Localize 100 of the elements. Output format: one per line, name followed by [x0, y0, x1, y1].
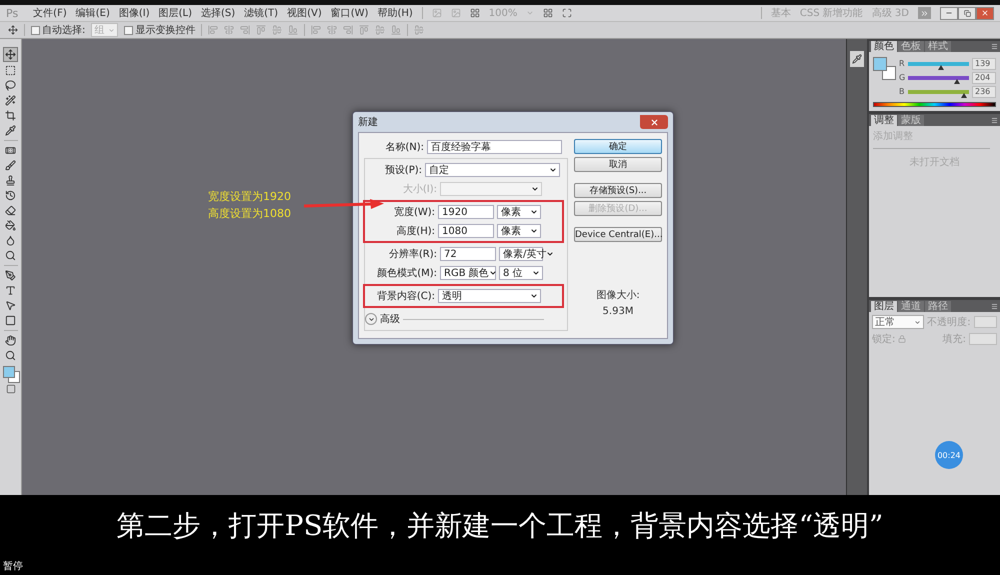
dialog-button[interactable]: 取消 [574, 157, 662, 172]
color-swatches[interactable] [2, 366, 18, 382]
menu-item[interactable]: 图层(L) [158, 6, 192, 20]
restore-button[interactable] [958, 6, 976, 20]
menu-item[interactable]: 编辑(E) [76, 6, 110, 20]
color-spectrum[interactable] [873, 102, 996, 107]
panel-tab[interactable]: 颜色 [871, 41, 897, 52]
stamp-icon[interactable] [4, 174, 17, 187]
hand-icon[interactable] [4, 334, 17, 347]
menu-item[interactable]: 文件(F) [33, 6, 67, 20]
pen-tool-icon[interactable] [4, 269, 17, 282]
caret-icon [530, 227, 538, 235]
resolution-field[interactable]: 72 [440, 247, 496, 261]
expand-button[interactable] [365, 313, 377, 325]
unit-select[interactable]: 像素 [497, 224, 541, 238]
caret-icon [530, 208, 538, 216]
close-button[interactable] [976, 6, 994, 20]
field-label: 颜色模式(M): [376, 266, 437, 280]
pointer-icon[interactable] [4, 299, 17, 312]
dialog-button[interactable]: 存储预设(S)... [574, 183, 662, 198]
move-tool-icon[interactable] [3, 47, 18, 62]
app-logo: Ps [6, 6, 18, 20]
menu-item[interactable]: 窗口(W) [330, 6, 368, 20]
bit-depth-select[interactable]: 8 位 [499, 266, 543, 280]
channel-label: G [899, 73, 905, 82]
value-field[interactable]: 139 [972, 58, 996, 70]
caret-icon [488, 269, 497, 277]
move-tool-icon[interactable] [8, 25, 18, 35]
image-size-value: 5.93M [602, 306, 634, 317]
channel-label: R [899, 59, 905, 68]
caret-icon [530, 292, 538, 300]
fill-field[interactable] [969, 333, 997, 345]
background-select[interactable]: 透明 [438, 289, 541, 303]
caret-icon [549, 166, 557, 174]
panel-tab[interactable]: 图层 [871, 301, 897, 312]
field-label: 大小(I): [402, 182, 437, 196]
menu-item[interactable]: 帮助(H) [377, 6, 413, 20]
grid-icon[interactable] [543, 8, 554, 18]
panel-menu-icon[interactable] [991, 43, 998, 50]
height-field[interactable]: 1080 [438, 224, 494, 238]
playback-status: 暂停 [3, 560, 23, 573]
field-label: 名称(N): [384, 141, 424, 154]
screen-mode-icon[interactable] [562, 8, 572, 18]
name-field[interactable]: 百度经验字幕 [427, 140, 562, 154]
slider-track[interactable] [908, 62, 969, 66]
field-label: 背景内容(C): [376, 290, 435, 303]
blend-mode-select[interactable]: 正常 [872, 315, 924, 329]
value-field[interactable]: 236 [972, 86, 996, 98]
color-mode-select[interactable]: RGB 颜色 [440, 266, 496, 280]
advanced-label: 高级 [380, 312, 400, 326]
magic-wand-icon[interactable] [4, 94, 17, 107]
quick-mask-icon[interactable] [6, 384, 16, 394]
minimize-button[interactable] [940, 6, 958, 20]
crop-tool-icon[interactable] [4, 109, 17, 122]
menu-item[interactable]: 选择(S) [201, 6, 236, 20]
auto-select-checkbox[interactable]: 自动选择: [31, 23, 86, 37]
eyedropper-icon[interactable] [4, 124, 17, 137]
slider-track[interactable] [908, 90, 969, 94]
history-brush-icon[interactable] [4, 189, 17, 202]
menu-item[interactable]: 图像(I) [118, 6, 150, 20]
droplet-icon[interactable] [4, 234, 17, 247]
search-icon[interactable] [4, 249, 17, 262]
unit-select[interactable]: 像素 [497, 205, 541, 219]
dialog-title: 新建 [358, 116, 378, 129]
transform-checkbox[interactable]: 显示变换控件 [124, 23, 196, 37]
lasso-tool-icon[interactable] [4, 79, 17, 92]
field-label: 宽度(W): [392, 206, 435, 219]
width-field[interactable]: 1920 [438, 205, 494, 219]
close-button[interactable] [640, 115, 668, 129]
panel-menu-icon[interactable] [991, 116, 998, 124]
type-tool-icon[interactable] [4, 284, 17, 297]
field-label: 高度(H): [395, 224, 435, 238]
color-swatches[interactable] [873, 57, 895, 79]
restore-icon [964, 10, 970, 16]
caret-icon [532, 269, 540, 277]
opacity-field[interactable] [974, 316, 997, 328]
chevron-down-icon [368, 316, 374, 322]
menu-item[interactable]: 滤镜(T) [244, 6, 278, 20]
panel-tab[interactable]: 调整 [871, 115, 897, 126]
zoom-icon[interactable] [4, 349, 17, 362]
field-label: 分辨率(R): [388, 248, 437, 261]
channel-label: B [899, 87, 905, 96]
caret-icon [531, 185, 539, 193]
preset-select[interactable]: 自定 [425, 163, 560, 177]
layout-icon[interactable] [470, 8, 480, 18]
value-field[interactable]: 204 [972, 72, 996, 84]
close-icon [981, 9, 989, 17]
panel-menu-icon[interactable] [991, 302, 998, 310]
dialog-button[interactable]: 确定 [574, 139, 662, 154]
paint-bucket-icon[interactable] [4, 219, 17, 232]
slider-thumb[interactable] [938, 64, 944, 70]
marquee-tool-icon[interactable] [4, 64, 17, 77]
slider-track[interactable] [908, 76, 969, 80]
slider-thumb[interactable] [954, 78, 960, 84]
eraser-icon[interactable] [4, 204, 17, 217]
dialog-button[interactable]: Device Central(E)... [574, 227, 662, 242]
brush-icon[interactable] [4, 159, 17, 172]
close-icon [650, 118, 658, 126]
rectangle-tool-icon[interactable] [4, 314, 17, 327]
menu-item[interactable]: 视图(V) [287, 6, 322, 20]
